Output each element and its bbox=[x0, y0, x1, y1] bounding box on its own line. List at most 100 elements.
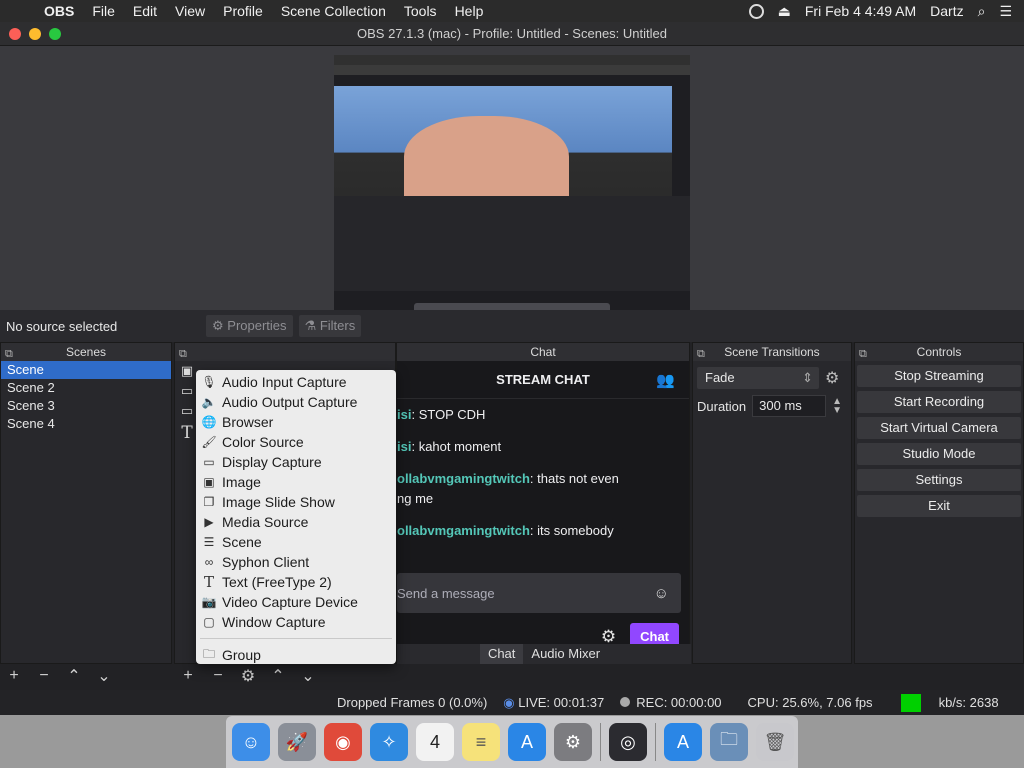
scene-item[interactable]: Scene 3 bbox=[1, 397, 171, 415]
cpu-status: CPU: 25.6%, 7.06 fps bbox=[747, 695, 873, 710]
filters-button[interactable]: ⚗ Filters bbox=[298, 315, 362, 337]
menu-item-color-source[interactable]: 🖌 Color Source bbox=[196, 432, 396, 452]
remove-scene-icon[interactable]: − bbox=[36, 667, 52, 685]
start-recording-button[interactable]: Start Recording bbox=[857, 391, 1021, 413]
duration-label: Duration bbox=[697, 398, 747, 414]
chat-username[interactable]: isi bbox=[397, 439, 411, 454]
preview-mini-menubar bbox=[334, 55, 690, 65]
obs-icon[interactable]: ◎ bbox=[609, 723, 647, 761]
folder-icon: 🗀 bbox=[202, 646, 215, 661]
dock-float-icon[interactable]: ⧉ bbox=[859, 345, 867, 363]
transition-select[interactable]: Fade ⇕ bbox=[697, 367, 819, 389]
chat-dock: Chat STREAM CHAT 👥 isi: STOP CDH isi: ka… bbox=[396, 342, 691, 664]
chat-username[interactable]: ollabvmgamingtwitch bbox=[397, 471, 530, 486]
move-scene-down-icon[interactable]: ⌄ bbox=[96, 666, 112, 686]
menu-item-group[interactable]: 🗀 Group bbox=[196, 645, 396, 665]
menubar-user[interactable]: Dartz bbox=[930, 3, 963, 19]
folder-icon[interactable]: 🗀 bbox=[710, 723, 748, 761]
dock-separator bbox=[655, 723, 656, 761]
chat-input-placeholder: Send a message bbox=[397, 585, 495, 601]
safari-icon[interactable]: ✧ bbox=[370, 723, 408, 761]
menu-item-scene[interactable]: ☰ Scene bbox=[196, 532, 396, 552]
menu-app-obs[interactable]: OBS bbox=[40, 3, 83, 19]
system-preferences-icon[interactable]: ⚙ bbox=[554, 723, 592, 761]
exit-button[interactable]: Exit bbox=[857, 495, 1021, 517]
transition-settings-icon[interactable]: ⚙ bbox=[825, 368, 839, 388]
menu-profile[interactable]: Profile bbox=[214, 3, 272, 19]
menu-item-label: Scene bbox=[222, 534, 262, 550]
finder-icon[interactable]: ☺ bbox=[232, 723, 270, 761]
menu-view[interactable]: View bbox=[166, 3, 214, 19]
menu-scene-collection[interactable]: Scene Collection bbox=[272, 3, 395, 19]
duration-input[interactable]: 300 ms bbox=[752, 395, 827, 417]
chat-username[interactable]: isi bbox=[397, 407, 411, 422]
menu-item-window-capture[interactable]: ▢ Window Capture bbox=[196, 612, 396, 632]
dock-float-icon[interactable]: ⧉ bbox=[697, 345, 705, 363]
duration-stepper-icon[interactable]: ▲ ▼ bbox=[832, 397, 842, 416]
add-source-icon[interactable]: + bbox=[180, 667, 196, 685]
app-store-icon[interactable]: A bbox=[508, 723, 546, 761]
dock-float-icon[interactable]: ⧉ bbox=[5, 345, 13, 363]
app-store-icon-2[interactable]: A bbox=[664, 723, 702, 761]
menu-help[interactable]: Help bbox=[446, 3, 493, 19]
menu-item-video-capture-device[interactable]: 📷 Video Capture Device bbox=[196, 592, 396, 612]
chat-username[interactable]: ollabvmgamingtwitch bbox=[397, 523, 530, 538]
menu-file[interactable]: File bbox=[83, 3, 124, 19]
dock-float-icon[interactable]: ⧉ bbox=[179, 345, 187, 363]
eject-icon[interactable]: ⏏ bbox=[778, 3, 791, 20]
menu-item-audio-input-capture[interactable]: 🎙 Audio Input Capture bbox=[196, 372, 396, 392]
obs-status-icon[interactable] bbox=[748, 3, 764, 19]
move-source-down-icon[interactable]: ⌄ bbox=[300, 666, 316, 686]
menu-item-label: Browser bbox=[222, 414, 274, 430]
menubar-datetime[interactable]: Fri Feb 4 4:49 AM bbox=[805, 3, 916, 19]
properties-button[interactable]: ⚙ Properties bbox=[206, 315, 293, 337]
spotlight-search-icon[interactable]: ⌕ bbox=[978, 3, 986, 20]
preview-mini-titlebar bbox=[334, 65, 690, 75]
community-users-icon[interactable]: 👥 bbox=[656, 371, 675, 389]
tab-audio-mixer[interactable]: Audio Mixer bbox=[523, 644, 608, 664]
notes-icon[interactable]: ≡ bbox=[462, 723, 500, 761]
menu-item-display-capture[interactable]: ▭ Display Capture bbox=[196, 452, 396, 472]
properties-label: Properties bbox=[227, 318, 287, 333]
source-settings-icon[interactable]: ⚙ bbox=[240, 666, 256, 686]
menu-item-media-source[interactable]: ▶ Media Source bbox=[196, 512, 396, 532]
stop-streaming-button[interactable]: Stop Streaming bbox=[857, 365, 1021, 387]
scene-item[interactable]: Scene 2 bbox=[1, 379, 171, 397]
move-source-up-icon[interactable]: ⌃ bbox=[270, 666, 286, 686]
menu-item-syphon-client[interactable]: ∞ Syphon Client bbox=[196, 552, 396, 572]
control-center-icon[interactable]: ☰ bbox=[999, 3, 1012, 20]
menu-edit[interactable]: Edit bbox=[124, 3, 166, 19]
tab-chat[interactable]: Chat bbox=[479, 644, 524, 664]
menu-item-label: Color Source bbox=[222, 434, 304, 450]
add-scene-icon[interactable]: + bbox=[6, 667, 22, 685]
rec-timer: REC: 00:00:00 bbox=[636, 695, 722, 710]
menu-item-audio-output-capture[interactable]: 🔈 Audio Output Capture bbox=[196, 392, 396, 412]
stream-preview[interactable] bbox=[334, 55, 690, 321]
calendar-icon[interactable]: 4 bbox=[416, 723, 454, 761]
filters-label: Filters bbox=[319, 318, 356, 333]
menu-item-label: Window Capture bbox=[222, 614, 326, 630]
remove-source-icon[interactable]: − bbox=[210, 667, 226, 685]
menu-tools[interactable]: Tools bbox=[395, 3, 446, 19]
scene-item[interactable]: Scene 4 bbox=[1, 415, 171, 433]
trash-icon[interactable]: 🗑 bbox=[756, 723, 794, 761]
menu-item-browser[interactable]: 🌐 Browser bbox=[196, 412, 396, 432]
scene-item[interactable]: Scene bbox=[1, 361, 171, 379]
menu-item-image[interactable]: ▣ Image bbox=[196, 472, 396, 492]
controls-dock-header: ⧉ Controls bbox=[855, 343, 1023, 361]
move-scene-up-icon[interactable]: ⌃ bbox=[66, 666, 82, 686]
chrome-icon[interactable]: ◉ bbox=[324, 723, 362, 761]
live-status: ◉ LIVE: 00:01:37 bbox=[503, 695, 604, 711]
chat-message-input[interactable]: Send a message ☺ bbox=[397, 573, 681, 613]
studio-mode-button[interactable]: Studio Mode bbox=[857, 443, 1021, 465]
preview-mini-panels bbox=[334, 196, 690, 291]
menu-item-image-slide-show[interactable]: ❐ Image Slide Show bbox=[196, 492, 396, 512]
chat-dock-header: Chat bbox=[397, 343, 689, 361]
chat-text: : its somebody bbox=[529, 523, 614, 538]
start-virtual-camera-button[interactable]: Start Virtual Camera bbox=[857, 417, 1021, 439]
rec-status: REC: 00:00:00 bbox=[620, 695, 722, 710]
menu-item-text-freetype[interactable]: T Text (FreeType 2) bbox=[196, 572, 396, 592]
settings-button[interactable]: Settings bbox=[857, 469, 1021, 491]
launchpad-icon[interactable]: 🚀 bbox=[278, 723, 316, 761]
emoji-picker-icon[interactable]: ☺ bbox=[654, 585, 669, 602]
